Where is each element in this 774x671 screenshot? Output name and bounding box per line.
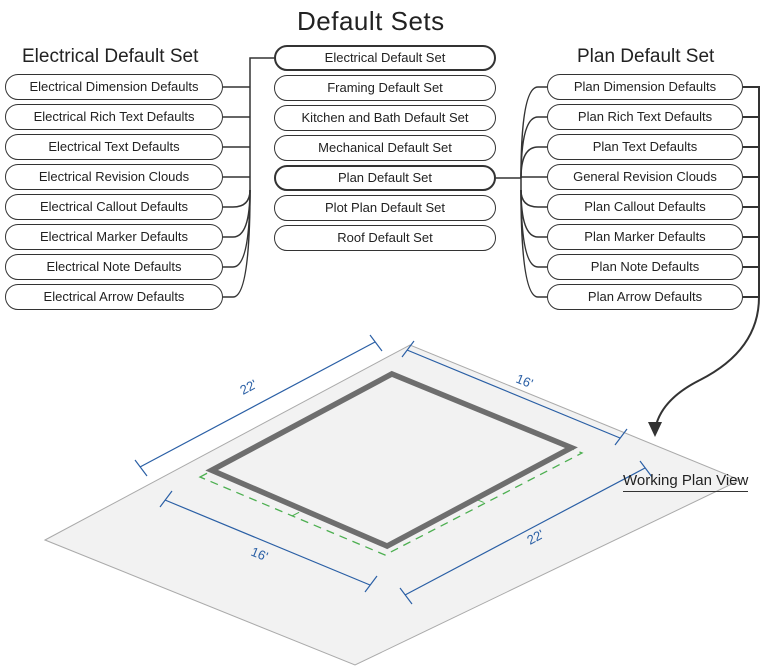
plan-item: General Revision Clouds	[547, 164, 743, 190]
center-item: Kitchen and Bath Default Set	[274, 105, 496, 131]
electrical-item: Electrical Note Defaults	[5, 254, 223, 280]
plan-item: Plan Rich Text Defaults	[547, 104, 743, 130]
electrical-item: Electrical Revision Clouds	[5, 164, 223, 190]
electrical-item: Electrical Dimension Defaults	[5, 74, 223, 100]
page-title: Default Sets	[297, 6, 445, 37]
plan-item: Plan Dimension Defaults	[547, 74, 743, 100]
center-column: Electrical Default Set Framing Default S…	[274, 45, 496, 251]
plan-item: Plan Note Defaults	[547, 254, 743, 280]
arrow-head-icon	[648, 422, 662, 437]
center-item: Plot Plan Default Set	[274, 195, 496, 221]
plan-heading: Plan Default Set	[577, 46, 714, 68]
plan-item: Plan Arrow Defaults	[547, 284, 743, 310]
electrical-item: Electrical Arrow Defaults	[5, 284, 223, 310]
plan-item: Plan Marker Defaults	[547, 224, 743, 250]
center-item: Roof Default Set	[274, 225, 496, 251]
dim-label: 22'	[237, 376, 259, 397]
center-item-electrical: Electrical Default Set	[274, 45, 496, 71]
plan-item: Plan Callout Defaults	[547, 194, 743, 220]
working-plan-view-label: Working Plan View	[623, 472, 748, 492]
electrical-item: Electrical Text Defaults	[5, 134, 223, 160]
center-item: Mechanical Default Set	[274, 135, 496, 161]
dim-label: 16'	[249, 544, 270, 564]
plan-item: Plan Text Defaults	[547, 134, 743, 160]
center-item-plan: Plan Default Set	[274, 165, 496, 191]
dim-label: 16'	[514, 371, 535, 391]
center-item: Framing Default Set	[274, 75, 496, 101]
dim-label: 22'	[524, 526, 546, 547]
electrical-item: Electrical Rich Text Defaults	[5, 104, 223, 130]
electrical-item: Electrical Callout Defaults	[5, 194, 223, 220]
electrical-column: Electrical Dimension Defaults Electrical…	[5, 74, 223, 310]
electrical-item: Electrical Marker Defaults	[5, 224, 223, 250]
electrical-heading: Electrical Default Set	[22, 46, 198, 68]
plan-column: Plan Dimension Defaults Plan Rich Text D…	[547, 74, 743, 310]
